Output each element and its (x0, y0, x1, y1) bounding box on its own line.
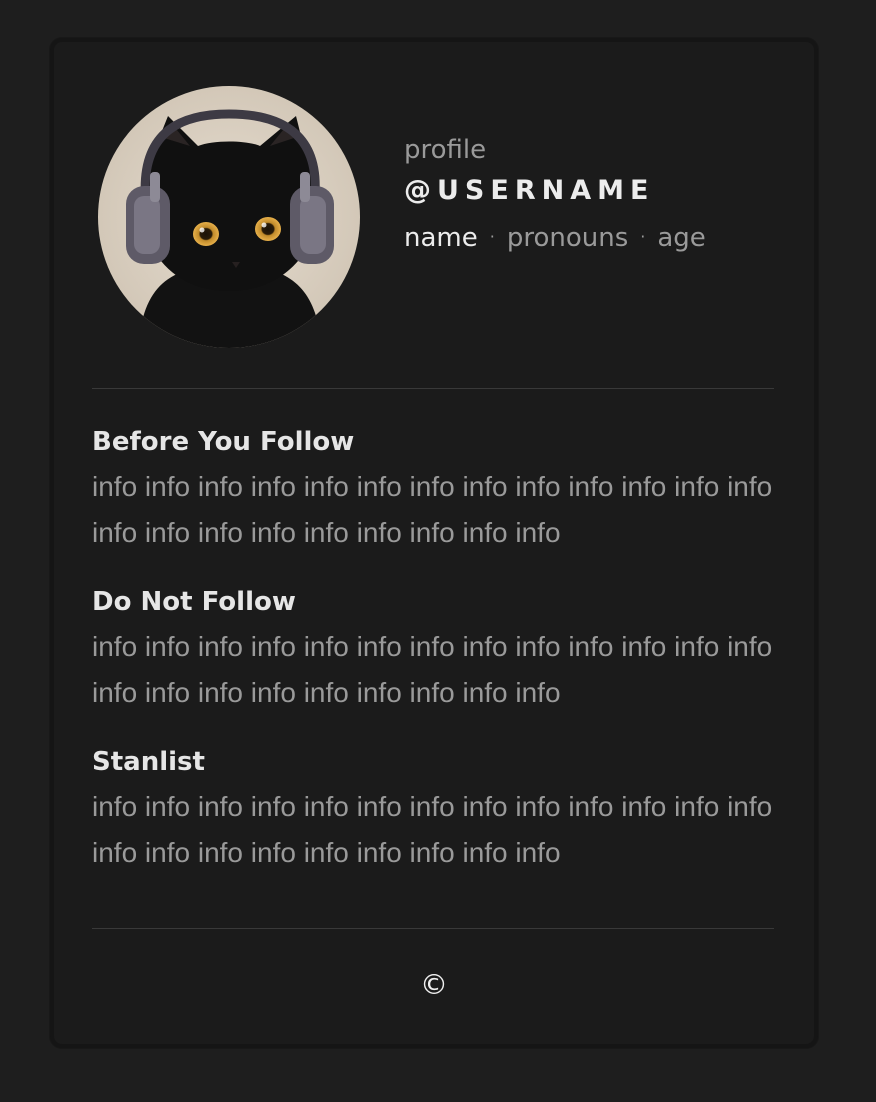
profile-age: age (657, 223, 706, 253)
section-title: Do Not Follow (92, 587, 296, 617)
username: @USERNAME (404, 175, 655, 206)
cat-headphones-avatar-icon (98, 86, 360, 348)
profile-name: name (404, 223, 478, 253)
top-divider (92, 388, 774, 389)
profile-text: profile @USERNAME name · pronouns · age (404, 134, 706, 254)
section-before-you-follow: Before You Follow info info info info in… (92, 426, 792, 556)
section-do-not-follow: Do Not Follow info info info info info i… (92, 586, 792, 716)
profile-header: profile @USERNAME name · pronouns · age (98, 86, 778, 348)
section-body: info info info info info info info info … (92, 471, 773, 548)
info-sections: Before You Follow info info info info in… (92, 426, 792, 906)
profile-card: profile @USERNAME name · pronouns · age Befo… (50, 38, 818, 1048)
profile-meta: name · pronouns · age (404, 221, 706, 254)
profile-label: profile (404, 135, 487, 165)
bottom-divider (92, 928, 774, 929)
section-stanlist: Stanlist info info info info info info i… (92, 746, 792, 876)
separator-dot: · (489, 227, 495, 246)
section-title: Before You Follow (92, 427, 355, 457)
copyright-footer: © (420, 968, 448, 1001)
avatar (98, 86, 360, 348)
separator-dot: · (640, 227, 646, 246)
section-body: info info info info info info info info … (92, 631, 773, 708)
section-body: info info info info info info info info … (92, 791, 773, 868)
profile-pronouns: pronouns (506, 223, 629, 253)
section-title: Stanlist (92, 747, 205, 777)
